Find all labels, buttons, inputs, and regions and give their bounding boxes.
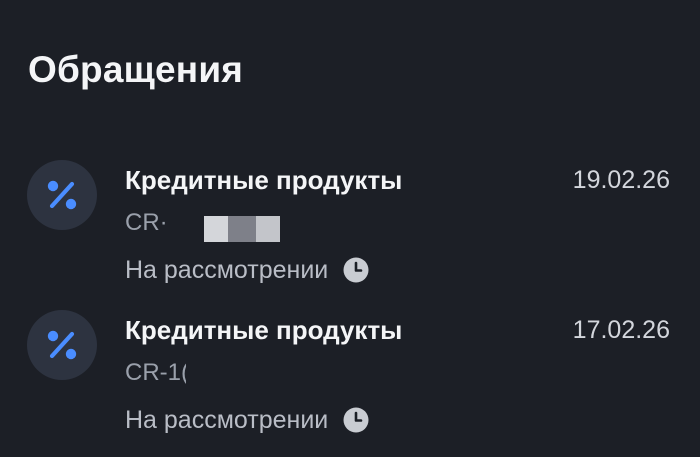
redacted-number-block [186,362,276,392]
percent-icon [27,310,97,380]
request-number: CR-1( [125,359,189,386]
request-list-item[interactable]: Кредитные продукты 19.02.26 CR· На рассм… [0,152,700,292]
clock-icon [342,256,370,284]
redacted-number-block [204,216,280,242]
request-status-label: На рассмотрении [125,406,329,434]
request-number: CR· [125,209,168,236]
requests-screen: Обращения Кредитные продукты 19.02.26 CR… [0,0,700,457]
request-status: На рассмотрении [125,404,370,436]
request-status-label: На рассмотрении [125,256,329,284]
page-title: Обращения [28,49,244,90]
request-category: Кредитные продукты [125,315,403,345]
request-category: Кредитные продукты [125,165,403,195]
request-date: 17.02.26 [572,316,670,344]
request-date: 19.02.26 [572,166,670,194]
percent-icon [27,160,97,230]
request-list-item[interactable]: Кредитные продукты 17.02.26 CR-1( На рас… [0,302,700,442]
clock-icon [342,406,370,434]
request-status: На рассмотрении [125,254,370,286]
